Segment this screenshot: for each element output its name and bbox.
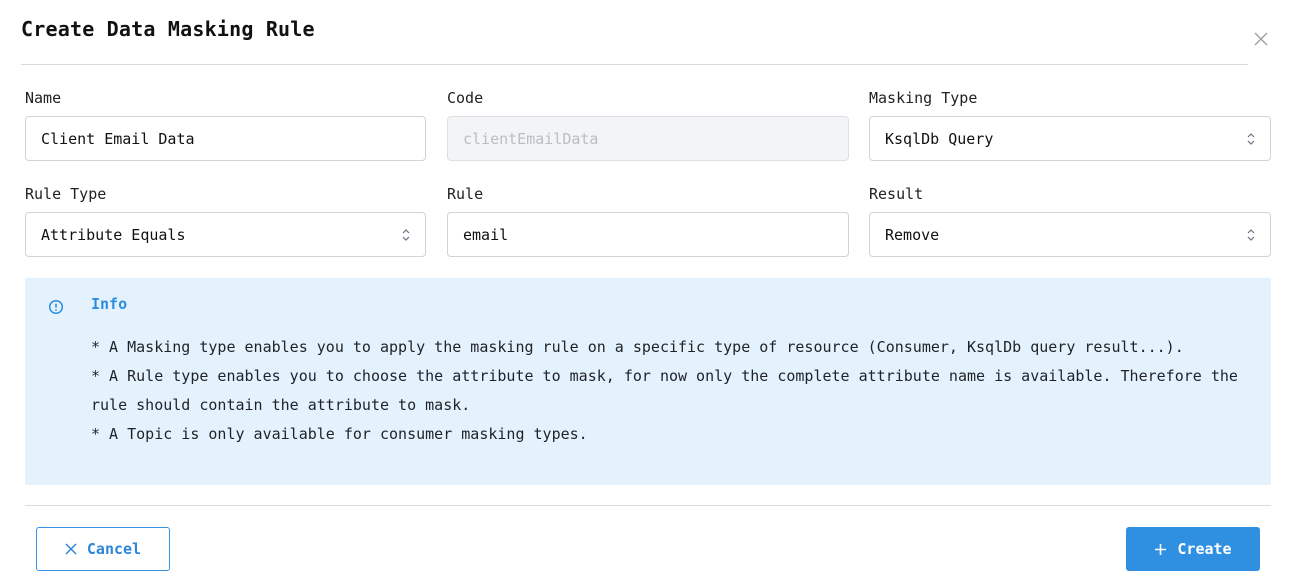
info-panel: Info * A Masking type enables you to app… [25,278,1271,485]
name-input[interactable]: Client Email Data [25,116,426,161]
rule-input[interactable]: email [447,212,849,257]
masking-type-value: KsqlDb Query [885,129,994,148]
create-button-label: Create [1177,540,1232,558]
name-label: Name [25,89,62,107]
cancel-button-label: Cancel [86,540,142,558]
rule-input-value: email [463,225,509,244]
chevron-up-down-icon [1247,228,1255,241]
create-button[interactable]: Create [1126,527,1260,571]
dialog-title: Create Data Masking Rule [21,17,315,41]
info-body: * A Masking type enables you to apply th… [91,333,1251,449]
create-masking-rule-dialog: Create Data Masking Rule Name Client Ema… [0,0,1296,587]
chevron-up-down-icon [1247,132,1255,145]
code-label: Code [447,89,484,107]
plus-icon [1155,543,1167,555]
info-title: Info [91,295,128,313]
result-value: Remove [885,225,940,244]
code-input-placeholder: clientEmailData [463,129,599,148]
close-icon[interactable] [1250,28,1272,50]
result-label: Result [869,185,924,203]
header-divider [21,64,1248,65]
name-input-value: Client Email Data [41,129,195,148]
chevron-up-down-icon [402,228,410,241]
footer-divider [25,505,1271,506]
rule-type-label: Rule Type [25,185,107,203]
info-line: * A Masking type enables you to apply th… [91,338,1184,356]
masking-type-select[interactable]: KsqlDb Query [869,116,1271,161]
masking-type-label: Masking Type [869,89,978,107]
rule-label: Rule [447,185,484,203]
x-icon [65,543,77,555]
result-select[interactable]: Remove [869,212,1271,257]
info-line: * A Rule type enables you to choose the … [91,367,1247,414]
rule-type-select[interactable]: Attribute Equals [25,212,426,257]
rule-type-value: Attribute Equals [41,225,186,244]
cancel-button[interactable]: Cancel [36,527,170,571]
info-circle-icon [48,299,64,315]
info-line: * A Topic is only available for consumer… [91,425,588,443]
code-input: clientEmailData [447,116,849,161]
